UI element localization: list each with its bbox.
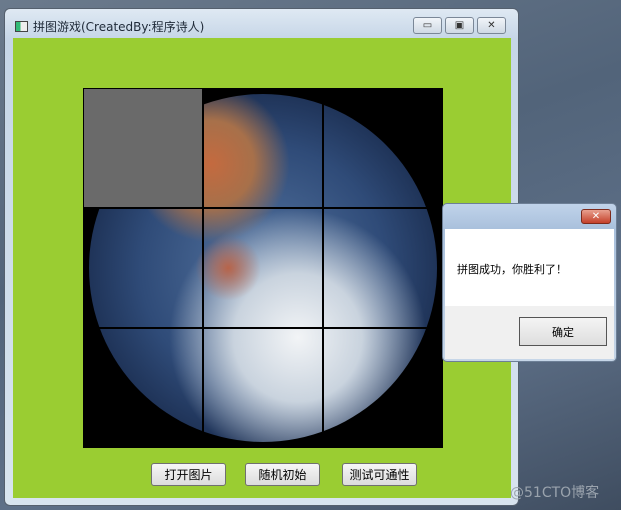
puzzle-tile[interactable] [83, 208, 203, 328]
maximize-button[interactable]: ▣ [445, 17, 474, 34]
puzzle-tile[interactable] [323, 208, 443, 328]
puzzle-tile[interactable] [203, 88, 323, 208]
window-title: 拼图游戏(CreatedBy:程序诗人) [33, 20, 205, 34]
puzzle-tile[interactable] [323, 88, 443, 208]
puzzle-tile[interactable] [203, 328, 323, 448]
client-area: 打开图片 随机初始 测试可通性 [13, 38, 511, 498]
dialog-close-button[interactable]: ✕ [581, 209, 611, 224]
puzzle-board [83, 88, 443, 448]
title-bar: 拼图游戏(CreatedBy:程序诗人) [15, 18, 204, 35]
success-dialog: ✕ 拼图成功，你胜利了！ 确定 [442, 203, 617, 362]
puzzle-tile[interactable] [203, 208, 323, 328]
close-button[interactable]: ✕ [477, 17, 506, 34]
blank-tile[interactable] [83, 88, 203, 208]
app-icon [15, 21, 28, 32]
puzzle-tile[interactable] [323, 328, 443, 448]
random-init-button[interactable]: 随机初始 [245, 463, 320, 486]
watermark: @51CTO博客 [510, 485, 600, 501]
puzzle-tile[interactable] [83, 328, 203, 448]
minimize-button[interactable]: ▭ [413, 17, 442, 34]
open-image-button[interactable]: 打开图片 [151, 463, 226, 486]
ok-button[interactable]: 确定 [519, 317, 607, 346]
dialog-message: 拼图成功，你胜利了！ [457, 263, 567, 276]
test-solvable-button[interactable]: 测试可通性 [342, 463, 417, 486]
